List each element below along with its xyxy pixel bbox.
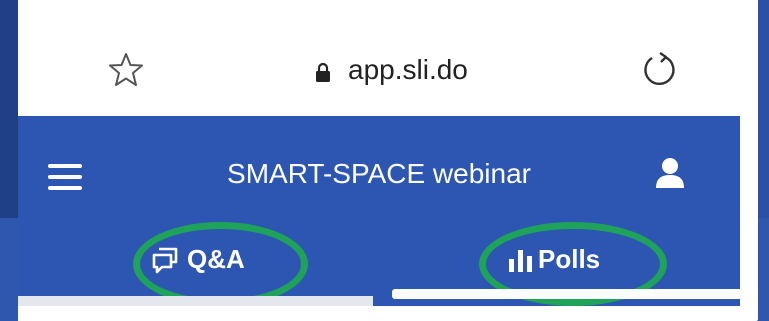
url-text[interactable]: app.sli.do: [348, 54, 468, 86]
content-area: [18, 306, 740, 321]
highlight-circle-qa: [133, 222, 308, 306]
lock-icon: [316, 62, 330, 82]
tab-underline-inactive: [18, 296, 373, 306]
user-icon[interactable]: [655, 157, 685, 189]
star-icon[interactable]: [106, 50, 146, 90]
tab-selected-indicator: [392, 289, 748, 299]
browser-address-bar: app.sli.do: [18, 0, 758, 116]
event-title: SMART-SPACE webinar: [227, 158, 531, 189]
reload-icon[interactable]: [638, 50, 678, 90]
